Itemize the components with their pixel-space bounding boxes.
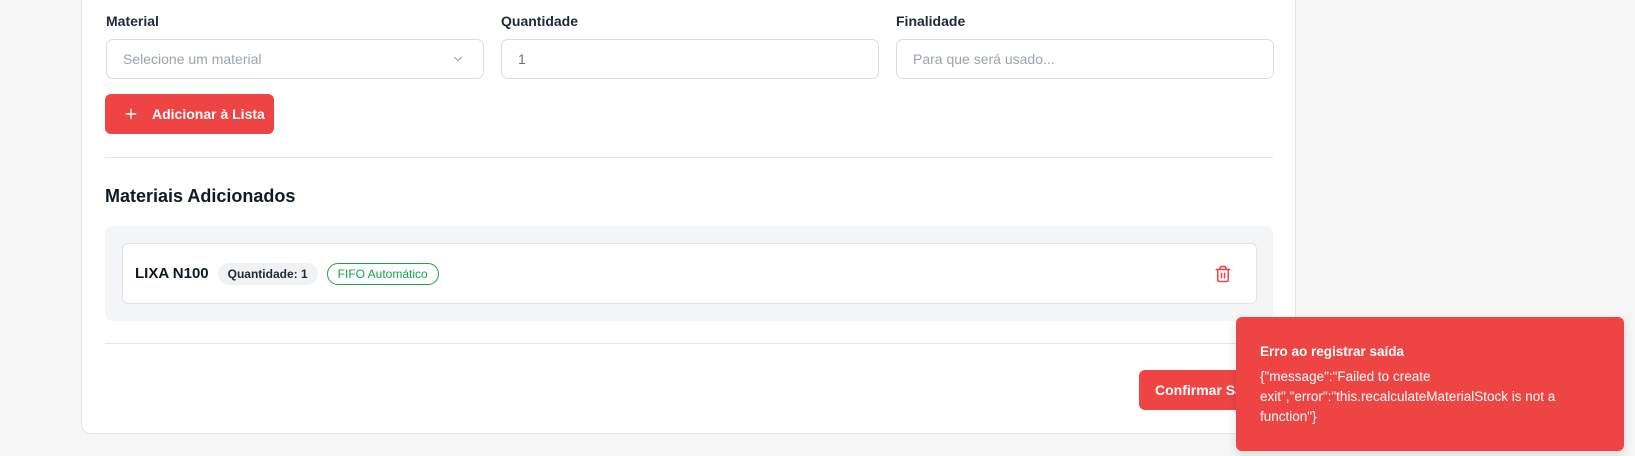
added-materials-list: LIXA N100 Quantidade: 1 FIFO Automático — [105, 226, 1273, 321]
plus-icon — [125, 108, 137, 120]
purpose-label: Finalidade — [896, 13, 966, 29]
material-name: LIXA N100 — [135, 265, 209, 282]
material-label: Material — [106, 13, 159, 29]
quantity-field[interactable] — [501, 39, 879, 79]
add-to-list-label: Adicionar à Lista — [152, 106, 265, 122]
trash-icon[interactable] — [1214, 265, 1232, 283]
chevron-down-icon — [453, 56, 463, 62]
toast-message: {"message":"Failed to create exit","erro… — [1260, 369, 1556, 424]
section-divider — [105, 157, 1273, 158]
quantity-badge: Quantidade: 1 — [217, 262, 318, 285]
toast-title: Erro ao registrar saída — [1260, 344, 1405, 359]
quantity-label: Quantidade — [501, 13, 579, 29]
list-item: LIXA N100 Quantidade: 1 FIFO Automático — [122, 243, 1257, 304]
footer-divider — [105, 343, 1273, 344]
fifo-badge: FIFO Automático — [326, 262, 439, 285]
exit-form-card: Material Selecione um material Quantidad… — [81, 0, 1296, 434]
error-toast[interactable]: Erro ao registrar saída {"message":"Fail… — [1236, 317, 1624, 451]
added-materials-title: Materiais Adicionados — [105, 186, 296, 206]
purpose-input[interactable] — [913, 51, 1257, 67]
purpose-field[interactable] — [896, 39, 1274, 79]
material-select[interactable]: Selecione um material — [106, 39, 484, 79]
material-select-placeholder: Selecione um material — [123, 51, 262, 67]
add-to-list-button[interactable]: Adicionar à Lista — [105, 94, 274, 134]
quantity-input[interactable] — [518, 51, 862, 67]
